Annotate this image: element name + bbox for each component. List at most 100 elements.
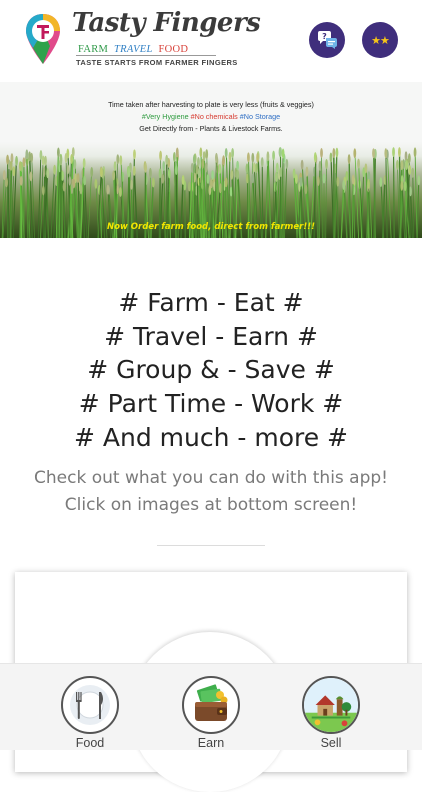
rate-button[interactable]: ★★ (362, 22, 398, 58)
wheat-ear (3, 170, 6, 180)
brand-sub-travel: TRAVEL (114, 44, 153, 55)
nav-item-food[interactable]: Food (60, 676, 120, 750)
wheat-ear (188, 182, 191, 192)
wheat-ear (5, 177, 8, 187)
wheat-ear (352, 174, 355, 184)
wheat-ear (279, 147, 282, 157)
wheat-ear (247, 152, 250, 162)
wheat-ear (199, 147, 202, 157)
wheat-ear (106, 185, 109, 195)
wheat-ear (42, 185, 45, 195)
wheat-ear (408, 165, 411, 175)
wheat-ear (222, 155, 225, 165)
help-chat-icon: ? (316, 30, 338, 50)
wheat-ear (162, 161, 165, 171)
wheat-ear (384, 148, 387, 158)
wheat-ear (279, 167, 282, 177)
wheat-ear (231, 148, 234, 158)
stars-icon: ★★ (371, 34, 389, 47)
wheat-ear (40, 150, 43, 160)
info-text: Check out what you can do with this app!… (0, 465, 422, 519)
wheat-ear (342, 180, 345, 190)
wheat-ear (193, 154, 196, 164)
tag-no-storage: #No Storage (240, 112, 280, 121)
wheat-ear (15, 156, 18, 166)
wheat-ear (168, 169, 171, 179)
wheat-ear (207, 174, 210, 184)
wheat-ear (253, 162, 256, 172)
wheat-ear (251, 173, 254, 183)
wallet-money-icon[interactable] (182, 676, 240, 734)
wheat-ear (215, 153, 218, 163)
wheat-ear (73, 159, 76, 169)
wheat-ear (144, 163, 147, 173)
wheat-ear (161, 174, 164, 184)
slogan-line: # Travel - Earn # (0, 320, 422, 354)
wheat-ear (404, 181, 407, 191)
logo-icon (24, 12, 62, 66)
brand-sub-farm: FARM (78, 44, 108, 55)
wheat-ear (90, 167, 93, 177)
wheat-ear (246, 173, 249, 183)
wheat-ear (19, 161, 22, 171)
wheat-ear (208, 185, 211, 195)
nav-label-sell: Sell (301, 736, 361, 750)
wheat-ear (46, 168, 49, 178)
wheat-ear (300, 177, 303, 187)
wheat-ear (176, 147, 179, 157)
wheat-ear (94, 179, 97, 189)
section-divider (157, 545, 265, 546)
wheat-ear (30, 171, 33, 181)
brand-divider (76, 55, 216, 56)
wheat-ear (306, 167, 309, 177)
brand-logo: Tasty Fingers FARM TRAVEL FOOD TASTE STA… (70, 8, 230, 72)
fork-knife-icon[interactable] (61, 676, 119, 734)
wheat-ear (267, 151, 270, 161)
wheat-ear (53, 165, 56, 175)
wheat-ear (319, 161, 322, 171)
wheat-ear (236, 161, 239, 171)
wheat-ear (372, 148, 375, 158)
wheat-ear (314, 152, 317, 162)
wheat-ear (133, 166, 136, 176)
wheat-ear (236, 170, 239, 180)
slogan-line: # And much - more # (0, 421, 422, 455)
wheat-ear (119, 187, 122, 197)
wheat-ear (379, 177, 382, 187)
wheat-ear (127, 168, 130, 178)
wheat-ear (330, 152, 333, 162)
wheat-ear (175, 165, 178, 175)
wheat-ear (398, 147, 401, 157)
banner-tags: #Very Hygiene #No chemicals #No Storage (0, 112, 422, 121)
farm-banner[interactable]: Time taken after harvesting to plate is … (0, 82, 422, 238)
wheat-ear (320, 148, 323, 158)
wheat-ear (133, 149, 136, 159)
wheat-ear (336, 148, 339, 158)
wheat-ear (25, 149, 28, 159)
wheat-ear (272, 151, 275, 161)
app-header: Tasty Fingers FARM TRAVEL FOOD TASTE STA… (0, 0, 422, 82)
wheat-ear (116, 154, 119, 164)
bottom-nav: Food Earn (0, 663, 422, 750)
wheat-ear (70, 154, 73, 164)
wheat-ear (332, 148, 335, 158)
wheat-ear (364, 163, 367, 173)
wheat-ear (23, 157, 26, 167)
nav-item-earn[interactable]: Earn (181, 676, 241, 750)
wheat-ear (400, 181, 403, 191)
wheat-ear (348, 154, 351, 164)
wheat-ear (83, 175, 86, 185)
wheat-ear (12, 166, 15, 176)
wheat-ear (229, 152, 232, 162)
wheat-ear (10, 161, 13, 171)
brand-tagline: TASTE STARTS FROM FARMER FINGERS (76, 58, 238, 67)
nav-item-sell[interactable]: Sell (301, 676, 361, 750)
wheat-ear (276, 163, 279, 173)
wheat-ear (68, 176, 71, 186)
nav-label-food: Food (60, 736, 120, 750)
wheat-ear (230, 170, 233, 180)
wheat-ear (400, 160, 403, 170)
help-button[interactable]: ? (309, 22, 345, 58)
wheat-ear (282, 148, 285, 158)
farm-icon[interactable] (302, 676, 360, 734)
